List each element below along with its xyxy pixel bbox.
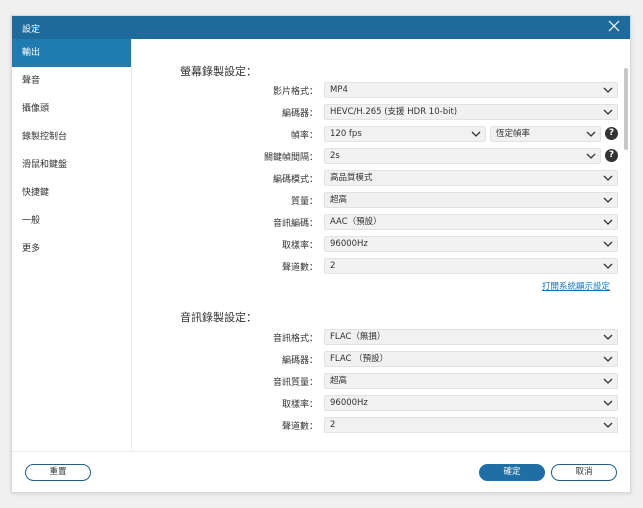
display-settings-link[interactable]: 打開系統顯示設定: [542, 280, 610, 292]
chevron-down-icon: [603, 197, 613, 203]
keyframe-interval-row: 關鍵幀間隔： 2s ?: [133, 148, 618, 164]
sidebar-item-mouse-keyboard[interactable]: 滑鼠和鍵盤: [12, 151, 131, 179]
encoder-select[interactable]: HEVC/H.265 (支援 HDR 10-bit): [324, 104, 618, 120]
quality-label: 質量：: [290, 197, 318, 207]
encoding-mode-select[interactable]: 高品質模式: [324, 170, 618, 186]
sidebar-item-hotkeys[interactable]: 快捷鍵: [12, 179, 131, 207]
encoding-mode-label: 編碼模式：: [272, 175, 318, 185]
sample-rate-value: 96000Hz: [330, 239, 368, 249]
ok-button[interactable]: 確定: [479, 464, 545, 481]
sidebar-item-general[interactable]: 一般: [12, 207, 131, 235]
chevron-down-icon: [471, 131, 481, 137]
frame-rate-help-icon[interactable]: ?: [605, 127, 618, 140]
cancel-button[interactable]: 取消: [551, 464, 617, 481]
quality-select[interactable]: 超高: [324, 192, 618, 208]
close-icon[interactable]: [607, 19, 621, 33]
audio-quality-value: 超高: [330, 376, 348, 386]
audio-sample-rate-label: 取樣率：: [281, 400, 318, 410]
channels-label: 聲道數：: [281, 263, 318, 273]
title-bar: 設定: [12, 16, 630, 39]
video-format-row: 影片格式： MP4: [133, 82, 618, 98]
sample-rate-select[interactable]: 96000Hz: [324, 236, 618, 252]
chevron-down-icon: [603, 422, 613, 428]
sidebar: 輸出 聲音 攝像頭 錄製控制台 滑鼠和鍵盤 快捷鍵 一般 更多: [12, 39, 132, 451]
encoder-row: 編碼器： HEVC/H.265 (支援 HDR 10-bit): [133, 104, 618, 120]
frame-rate-mode-select[interactable]: 恆定幀率: [490, 126, 601, 142]
audio-format-value: FLAC（無損）: [330, 332, 386, 342]
settings-window: 設定 輸出 聲音 攝像頭 錄製控制台 滑鼠和鍵盤 快捷鍵 一般 更多 螢幕錄製設…: [11, 15, 631, 493]
chevron-down-icon: [586, 131, 596, 137]
chevron-down-icon: [603, 219, 613, 225]
chevron-down-icon: [603, 109, 613, 115]
channels-select[interactable]: 2: [324, 258, 618, 274]
footer-bar: 重置 確定 取消: [12, 451, 630, 492]
audio-sample-rate-value: 96000Hz: [330, 398, 368, 408]
audio-encoder-value: FLAC （預設）: [330, 354, 389, 364]
audio-format-label: 音訊格式：: [272, 334, 318, 344]
audio-encoder-select[interactable]: FLAC （預設）: [324, 351, 618, 367]
sidebar-item-output[interactable]: 輸出: [12, 39, 131, 67]
video-format-select[interactable]: MP4: [324, 82, 618, 98]
chevron-down-icon: [603, 400, 613, 406]
audio-codec-select[interactable]: AAC（預設）: [324, 214, 618, 230]
audio-encoder-row: 編碼器： FLAC （預設）: [133, 351, 618, 367]
frame-rate-value: 120 fps: [330, 129, 362, 139]
chevron-down-icon: [603, 175, 613, 181]
encoder-value: HEVC/H.265 (支援 HDR 10-bit): [330, 107, 458, 117]
chevron-down-icon: [603, 378, 613, 384]
audio-codec-row: 音訊編碼： AAC（預設）: [133, 214, 618, 230]
frame-rate-label: 幀率：: [290, 131, 318, 141]
audio-channels-select[interactable]: 2: [324, 417, 618, 433]
sidebar-item-webcam[interactable]: 攝像頭: [12, 95, 131, 123]
keyframe-interval-label: 關鍵幀間隔：: [263, 153, 318, 163]
audio-quality-label: 音訊質量：: [272, 378, 318, 388]
audio-encoder-label: 編碼器：: [281, 356, 318, 366]
settings-content: 螢幕錄製設定： 影片格式： MP4 編碼器： HEVC/H.265 (支援 HD…: [133, 39, 618, 451]
vertical-scrollbar[interactable]: [624, 68, 628, 150]
encoding-mode-row: 編碼模式： 高品質模式: [133, 170, 618, 186]
audio-codec-label: 音訊編碼：: [272, 219, 318, 229]
frame-rate-row: 幀率： 120 fps 恆定幀率 ?: [133, 126, 618, 142]
window-title: 設定: [22, 25, 41, 35]
sample-rate-label: 取樣率：: [281, 241, 318, 251]
reset-button[interactable]: 重置: [25, 464, 91, 481]
audio-format-row: 音訊格式： FLAC（無損）: [133, 329, 618, 345]
video-format-value: MP4: [330, 85, 348, 95]
sample-rate-row: 取樣率： 96000Hz: [133, 236, 618, 252]
audio-channels-row: 聲道數： 2: [133, 417, 618, 433]
chevron-down-icon: [603, 356, 613, 362]
chevron-down-icon: [603, 241, 613, 247]
encoding-mode-value: 高品質模式: [330, 173, 373, 183]
screen-recording-title: 螢幕錄製設定：: [180, 65, 257, 78]
audio-sample-rate-select[interactable]: 96000Hz: [324, 395, 618, 411]
channels-value: 2: [330, 261, 336, 271]
audio-recording-title: 音訊錄製設定：: [180, 311, 257, 324]
sidebar-item-recording-console[interactable]: 錄製控制台: [12, 123, 131, 151]
chevron-down-icon: [603, 263, 613, 269]
encoder-label: 編碼器：: [281, 109, 318, 119]
quality-value: 超高: [330, 195, 348, 205]
keyframe-interval-value: 2s: [330, 151, 340, 161]
chevron-down-icon: [603, 334, 613, 340]
sidebar-item-more[interactable]: 更多: [12, 235, 131, 263]
keyframe-help-icon[interactable]: ?: [605, 149, 618, 162]
keyframe-interval-select[interactable]: 2s: [324, 148, 601, 164]
audio-channels-label: 聲道數：: [281, 422, 318, 432]
audio-codec-value: AAC（預設）: [330, 217, 382, 227]
frame-rate-select[interactable]: 120 fps: [324, 126, 486, 142]
audio-format-select[interactable]: FLAC（無損）: [324, 329, 618, 345]
chevron-down-icon: [586, 153, 596, 159]
chevron-down-icon: [603, 87, 613, 93]
quality-row: 質量： 超高: [133, 192, 618, 208]
audio-quality-row: 音訊質量： 超高: [133, 373, 618, 389]
sidebar-item-sound[interactable]: 聲音: [12, 67, 131, 95]
audio-channels-value: 2: [330, 420, 336, 430]
frame-rate-mode-value: 恆定幀率: [496, 129, 531, 139]
channels-row: 聲道數： 2: [133, 258, 618, 274]
audio-quality-select[interactable]: 超高: [324, 373, 618, 389]
audio-sample-rate-row: 取樣率： 96000Hz: [133, 395, 618, 411]
video-format-label: 影片格式：: [272, 87, 318, 97]
